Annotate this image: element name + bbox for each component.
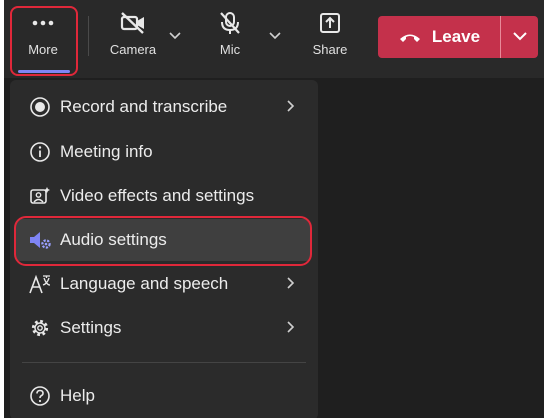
menu-item-label: Help (60, 386, 95, 405)
more-menu: Record and transcribe Meeting info Video… (10, 80, 318, 418)
record-icon (28, 95, 52, 119)
share-button[interactable]: Share (302, 8, 358, 72)
leave-button-group: Leave (378, 16, 538, 58)
meeting-window: More Camera Mic Share Leave Record and t… (4, 0, 544, 418)
mic-label: Mic (219, 42, 241, 57)
leave-button[interactable]: Leave (378, 16, 500, 58)
language-icon (28, 272, 52, 296)
chevron-right-icon (286, 276, 296, 295)
camera-off-icon (119, 8, 147, 38)
leave-label: Leave (431, 27, 481, 46)
menu-item-video-effects[interactable]: Video effects and settings (16, 175, 310, 217)
menu-item-meeting-info[interactable]: Meeting info (16, 131, 310, 173)
audio-settings-highlight-box (14, 216, 312, 266)
camera-button[interactable]: Camera (100, 8, 166, 72)
menu-item-language-and-speech[interactable]: Language and speech (16, 263, 310, 305)
menu-item-label: Language and speech (60, 274, 229, 293)
menu-item-label: Meeting info (60, 142, 153, 161)
toolbar-separator (88, 16, 89, 56)
info-icon (28, 140, 52, 164)
camera-label: Camera (109, 42, 157, 57)
chevron-right-icon (286, 99, 296, 118)
menu-item-label: Settings (60, 318, 122, 337)
meeting-toolbar: More Camera Mic Share Leave (4, 0, 544, 78)
more-highlight-box (10, 6, 78, 76)
menu-item-settings[interactable]: Settings (16, 307, 310, 349)
chevron-right-icon (286, 320, 296, 339)
menu-item-label: Video effects and settings (60, 186, 255, 205)
menu-item-help[interactable]: Help (16, 375, 310, 417)
chevron-down-icon (512, 28, 528, 46)
mic-options-chevron-icon[interactable] (268, 28, 282, 46)
camera-options-chevron-icon[interactable] (168, 28, 182, 46)
menu-item-record-and-transcribe[interactable]: Record and transcribe (16, 86, 310, 128)
gear-icon (28, 316, 52, 340)
phone-hangup-icon (398, 30, 422, 44)
share-icon (318, 8, 342, 38)
mic-button[interactable]: Mic (200, 8, 260, 72)
share-label: Share (312, 42, 348, 57)
video-effects-icon (28, 184, 52, 208)
leave-options-button[interactable] (501, 16, 538, 58)
help-icon (28, 384, 52, 408)
mic-off-icon (217, 8, 243, 38)
menu-divider (22, 362, 306, 363)
menu-item-label: Record and transcribe (60, 97, 228, 116)
